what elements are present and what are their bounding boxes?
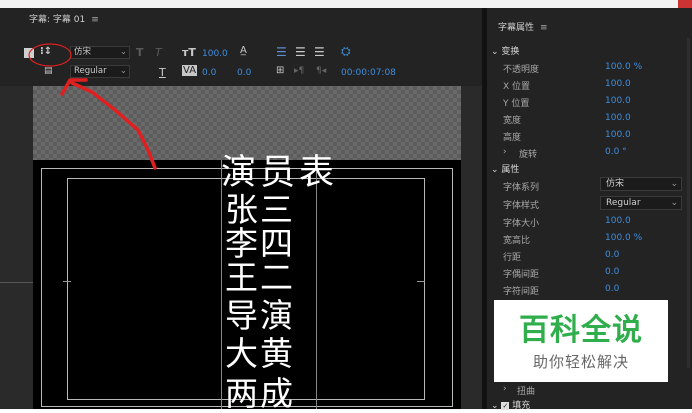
properties-scrollbar[interactable]	[687, 38, 690, 368]
fill-section-header[interactable]: ⌄ ✓ 填充	[491, 398, 530, 411]
aspect-value[interactable]: 100.0 %	[605, 233, 642, 243]
font-style-label: 字体样式	[503, 201, 540, 211]
chevron-down-icon: ⌄	[491, 47, 502, 57]
kerning-row: 字偶间距 0.0	[487, 264, 692, 281]
font-size-value[interactable]: 100.0	[605, 216, 631, 226]
panel-menu-icon[interactable]: ≡	[540, 23, 548, 33]
properties-label: 属性	[501, 165, 520, 175]
tracking-value[interactable]: 0.0	[605, 284, 619, 294]
font-size-row: 字体大小 100.0	[487, 213, 692, 230]
chevron-down-icon: ⌄	[491, 165, 502, 175]
kerning-value[interactable]: 0.0	[605, 267, 619, 277]
font-family-dropdown[interactable]: 仿宋 ⌄	[600, 177, 682, 191]
chevron-down-icon: ⌄	[670, 179, 678, 189]
leading-label: 行距	[503, 253, 522, 263]
y-position-value[interactable]: 100.0	[605, 96, 631, 106]
chevron-down-icon: ⌄	[670, 198, 678, 208]
width-value[interactable]: 100.0	[605, 113, 631, 123]
fill-label: 填充	[512, 401, 531, 411]
font-family-label: 字体系列	[503, 183, 540, 193]
rotation-label: 旋转	[519, 150, 538, 160]
width-label: 宽度	[503, 116, 522, 126]
leading-value[interactable]: 0.0	[605, 250, 619, 260]
font-family-value: 仿宋	[606, 179, 625, 189]
chevron-right-icon[interactable]: ›	[503, 147, 507, 157]
properties-title-text: 字幕属性	[498, 23, 535, 33]
transform-section-header[interactable]: ⌄ 变换	[491, 44, 519, 57]
font-size-label: 字体大小	[503, 219, 540, 229]
annotation-circle	[28, 43, 72, 67]
leading-row: 行距 0.0	[487, 247, 692, 264]
font-style-value: Regular	[606, 198, 641, 208]
tracking-row: 字符间距 0.0	[487, 281, 692, 298]
y-position-row: Y 位置 100.0	[487, 93, 692, 110]
chevron-right-icon: ›	[503, 384, 507, 394]
x-position-value[interactable]: 100.0	[605, 79, 631, 89]
rotation-value[interactable]: 0.0 °	[605, 147, 627, 157]
height-row: 高度 100.0	[487, 127, 692, 144]
transform-label: 变换	[501, 47, 520, 57]
annotation-arrow-shaft	[70, 81, 157, 170]
properties-panel-title: 字幕属性 ≡	[498, 20, 548, 33]
chevron-down-icon: ⌄	[491, 401, 502, 411]
distort-label: 扭曲	[517, 387, 536, 397]
font-style-dropdown[interactable]: Regular ⌄	[600, 196, 682, 210]
opacity-label: 不透明度	[503, 65, 540, 75]
tracking-label: 字符间距	[503, 287, 540, 297]
y-position-label: Y 位置	[503, 99, 530, 109]
width-row: 宽度 100.0	[487, 110, 692, 127]
watermark-subtitle: 助你轻松解决	[532, 353, 629, 371]
properties-section-header[interactable]: ⌄ 属性	[491, 162, 519, 175]
x-position-label: X 位置	[503, 82, 531, 92]
aspect-label: 宽高比	[503, 236, 531, 246]
distort-row[interactable]: › 扭曲	[487, 381, 692, 398]
kerning-label: 字偶间距	[503, 270, 540, 280]
rotation-row: › 旋转 0.0 °	[487, 144, 692, 161]
watermark-logo: 百科全说 助你轻松解决	[494, 300, 668, 382]
height-value[interactable]: 100.0	[605, 130, 631, 140]
x-position-row: X 位置 100.0	[487, 76, 692, 93]
watermark-title: 百科全说	[519, 313, 643, 348]
opacity-value[interactable]: 100.0 %	[605, 62, 642, 72]
height-label: 高度	[503, 133, 522, 143]
opacity-row: 不透明度 100.0 %	[487, 59, 692, 76]
aspect-row: 宽高比 100.0 %	[487, 230, 692, 247]
